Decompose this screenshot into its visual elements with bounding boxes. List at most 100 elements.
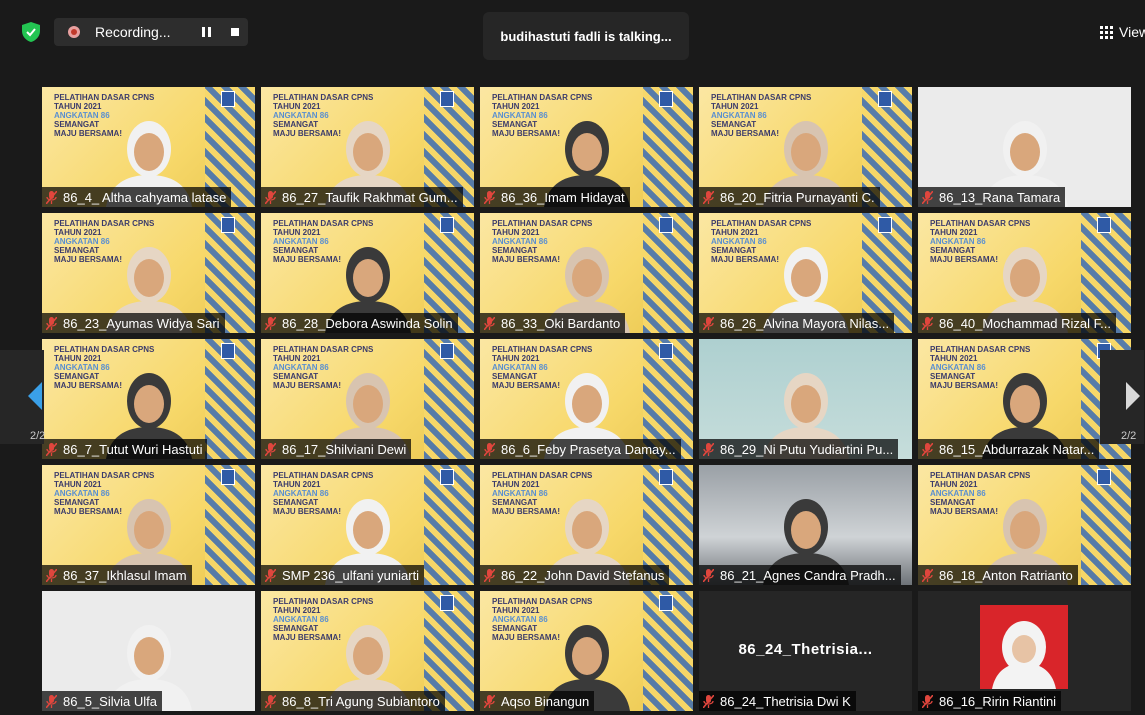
muted-mic-icon [484,190,495,204]
participant-tile[interactable]: 86_21_Agnes Candra Pradh... [699,465,912,585]
participant-name: 86_17_Shilviani Dewi [282,441,407,457]
participant-tile[interactable]: PELATIHAN DASAR CPNS TAHUN 2021 ANGKATAN 8… [261,591,474,711]
participant-name: 86_40_Mochammad Rizal F... [939,315,1111,331]
participant-tile[interactable]: PELATIHAN DASAR CPNS TAHUN 2021 ANGKATAN 8… [42,213,255,333]
recording-indicator: Recording... [54,18,248,46]
participant-name-tag: 86_18_Anton Ratrianto [918,565,1078,585]
muted-mic-icon [922,316,933,330]
jakarta-logo-icon [221,469,235,485]
participant-name: 86_37_Ikhlasul Imam [63,567,187,583]
muted-mic-icon [265,442,276,456]
muted-mic-icon [922,568,933,582]
participant-tile[interactable]: PELATIHAN DASAR CPNS TAHUN 2021 ANGKATAN 8… [480,213,693,333]
muted-mic-icon [265,316,276,330]
participant-name: 86_15_Abdurrazak Natar... [939,441,1095,457]
muted-mic-icon [46,190,57,204]
participant-tile[interactable]: 86_24_Thetrisia... 86_24_Thetrisia Dwi K [699,591,912,711]
shield-check-icon[interactable] [22,22,40,42]
jakarta-logo-icon [221,343,235,359]
participant-name: 86_18_Anton Ratrianto [939,567,1073,583]
muted-mic-icon [703,442,714,456]
participant-tile[interactable]: PELATIHAN DASAR CPNS TAHUN 2021 ANGKATAN 8… [918,213,1131,333]
participant-tile[interactable]: 86_13_Rana Tamara [918,87,1131,207]
muted-mic-icon [922,190,933,204]
participant-tile[interactable]: PELATIHAN DASAR CPNS TAHUN 2021 ANGKATAN 8… [42,87,255,207]
participant-name: 86_33_Oki Bardanto [501,315,621,331]
participant-name-tag: 86_5_Silvia Ulfa [42,691,162,711]
participant-tile[interactable]: PELATIHAN DASAR CPNS TAHUN 2021 ANGKATAN 8… [261,339,474,459]
muted-mic-icon [265,190,276,204]
participant-name: 86_23_Ayumas Widya Sari [63,315,220,331]
muted-mic-icon [703,190,714,204]
participant-name-tag: 86_6_Feby Prasetya Damay... [480,439,681,459]
recording-label: Recording... [95,24,171,40]
recording-dot-icon [68,26,80,38]
active-speaker-banner: budihastuti fadli is talking... [483,12,689,60]
next-page-button[interactable]: 2/2 [1100,350,1144,444]
participant-name-tag: 86_24_Thetrisia Dwi K [699,691,856,711]
participant-name: 86_36_Imam Hidayat [501,189,625,205]
muted-mic-icon [484,568,495,582]
jakarta-logo-icon [659,343,673,359]
jakarta-logo-icon [659,595,673,611]
participant-tile[interactable]: PELATIHAN DASAR CPNS TAHUN 2021 ANGKATAN 8… [480,339,693,459]
jakarta-logo-icon [440,595,454,611]
participant-name-tag: 86_20_Fitria Purnayanti C. [699,187,880,207]
participant-name: 86_22_John David Stefanus [501,567,665,583]
page-indicator-right: 2/2 [1121,430,1137,442]
participant-name-tag: 86_29_Ni Putu Yudiartini Pu... [699,439,899,459]
participant-name: 86_28_Debora Aswinda Solin [282,315,453,331]
jakarta-logo-icon [659,91,673,107]
view-label: View [1119,24,1145,40]
muted-mic-icon [484,442,495,456]
jakarta-logo-icon [440,469,454,485]
participant-name: 86_20_Fitria Purnayanti C. [720,189,875,205]
jakarta-logo-icon [1097,217,1111,233]
participant-tile[interactable]: PELATIHAN DASAR CPNS TAHUN 2021 ANGKATAN 8… [480,591,693,711]
participant-name: 86_6_Feby Prasetya Damay... [501,441,676,457]
participant-tile[interactable]: PELATIHAN DASAR CPNS TAHUN 2021 ANGKATAN 8… [261,465,474,585]
previous-page-button[interactable]: 2/2 [0,350,46,444]
participant-name: 86_13_Rana Tamara [939,189,1061,205]
participant-tile[interactable]: PELATIHAN DASAR CPNS TAHUN 2021 ANGKATAN 8… [480,465,693,585]
participant-name: Aqso Binangun [501,693,590,709]
participant-tile[interactable]: PELATIHAN DASAR CPNS TAHUN 2021 ANGKATAN 8… [480,87,693,207]
participant-tile[interactable]: PELATIHAN DASAR CPNS TAHUN 2021 ANGKATAN 8… [42,339,255,459]
participant-name: 86_16_Ririn Riantini [939,693,1057,709]
participant-tile[interactable]: PELATIHAN DASAR CPNS TAHUN 2021 ANGKATAN 8… [699,213,912,333]
participant-name-tag: 86_28_Debora Aswinda Solin [261,313,458,333]
pause-icon[interactable] [200,25,214,39]
participant-tile[interactable]: PELATIHAN DASAR CPNS TAHUN 2021 ANGKATAN 8… [918,465,1131,585]
participant-tile[interactable]: 86_29_Ni Putu Yudiartini Pu... [699,339,912,459]
muted-mic-icon [484,694,495,708]
participant-name-tag: 86_22_John David Stefanus [480,565,670,585]
page-indicator-left: 2/2 [30,430,46,442]
participant-tile[interactable]: PELATIHAN DASAR CPNS TAHUN 2021 ANGKATAN 8… [261,213,474,333]
participant-tile[interactable]: 86_5_Silvia Ulfa [42,591,255,711]
participant-name-tag: 86_40_Mochammad Rizal F... [918,313,1116,333]
jakarta-logo-icon [221,217,235,233]
stop-icon[interactable] [228,25,242,39]
participant-tile[interactable]: 86_16_Ririn Riantini [918,591,1131,711]
chevron-left-icon [28,382,42,410]
participant-tile[interactable]: PELATIHAN DASAR CPNS TAHUN 2021 ANGKATAN 8… [42,465,255,585]
profile-photo [980,605,1068,689]
view-button[interactable]: View [1100,24,1145,40]
participant-name: 86_24_Thetrisia Dwi K [720,693,851,709]
participant-name-tag: 86_26_Alvina Mayora Nilas... [699,313,895,333]
muted-mic-icon [703,568,714,582]
muted-mic-icon [265,694,276,708]
participant-name-tag: 86_7_Tutut Wuri Hastuti [42,439,208,459]
participant-name-tag: 86_37_Ikhlasul Imam [42,565,192,585]
participant-tile[interactable]: PELATIHAN DASAR CPNS TAHUN 2021 ANGKATAN 8… [699,87,912,207]
participant-tile[interactable]: PELATIHAN DASAR CPNS TAHUN 2021 ANGKATAN 8… [261,87,474,207]
participant-name-tag: 86_16_Ririn Riantini [918,691,1062,711]
participant-name-tag: 86_4_ Altha cahyama latase [42,187,232,207]
muted-mic-icon [703,316,714,330]
jakarta-logo-icon [659,217,673,233]
muted-mic-icon [46,442,57,456]
participant-name: 86_26_Alvina Mayora Nilas... [720,315,890,331]
participant-name-tag: 86_21_Agnes Candra Pradh... [699,565,901,585]
jakarta-logo-icon [659,469,673,485]
muted-mic-icon [484,316,495,330]
